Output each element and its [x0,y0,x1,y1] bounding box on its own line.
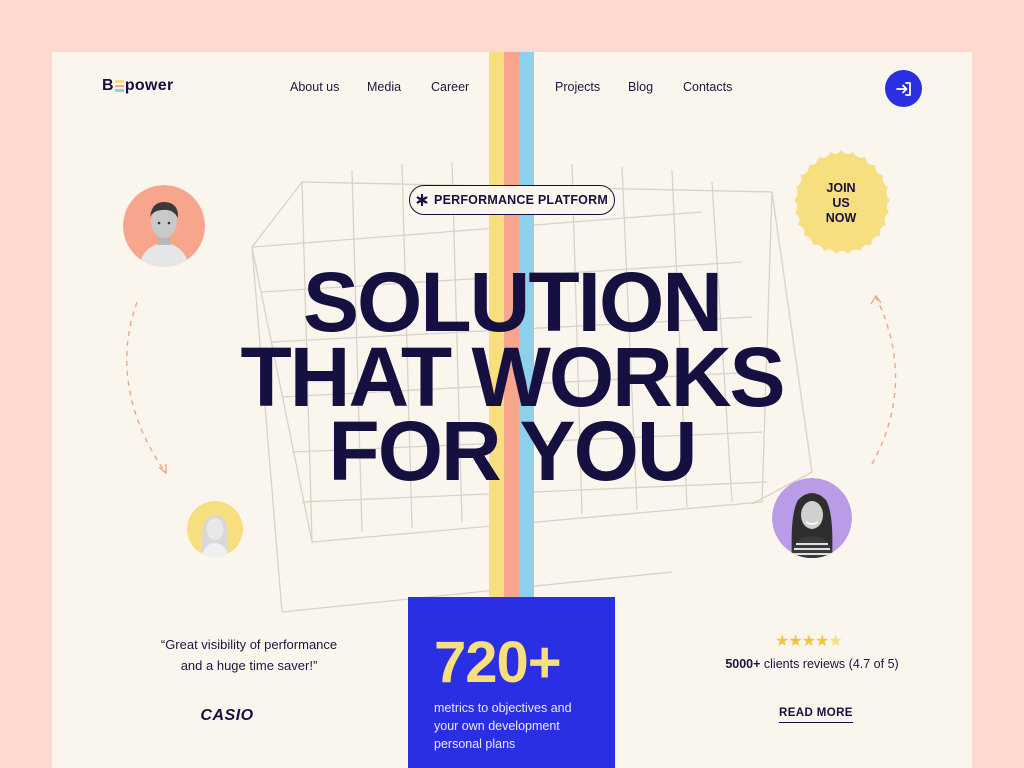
metric-description: metrics to objectives and your own devel… [434,701,572,751]
login-button[interactable] [885,70,922,107]
curved-arrow-left-icon [126,301,167,475]
asterisk-icon [416,194,428,206]
metric-value: 720+ [434,630,562,695]
testimonial-quote: “Great visibility of performance and a h… [114,634,384,676]
badge-label: PERFORMANCE PLATFORM [434,193,608,207]
performance-badge: PERFORMANCE PLATFORM [409,185,615,215]
reviews-count: 5000+ [725,657,761,671]
quote-line-2: and a huge time saver! [180,658,313,673]
read-more-link[interactable]: READ MORE [779,707,853,723]
nav-projects[interactable]: Projects [555,80,600,94]
close-quote: ” [312,658,318,673]
join-us-badge[interactable]: JOIN US NOW [780,147,902,269]
avatar-woman-blonde [187,501,243,557]
logo-prefix: B [102,77,114,94]
sign-in-icon [895,81,911,96]
join-line-1: JOIN [826,181,856,195]
reviews-summary: 5000+ clients reviews (4.7 of 5) [672,657,952,671]
logo-suffix: power [124,77,174,94]
nav-contacts[interactable]: Contacts [683,80,732,94]
join-line-2: US [832,196,850,210]
curved-arrow-right-icon [870,294,897,465]
logo-bars-icon [114,80,124,92]
metric-card: 720+ metrics to objectives and your own … [408,597,615,768]
nav-blog[interactable]: Blog [628,80,653,94]
quote-line-1: Great visibility of performance [165,637,338,652]
nav-media[interactable]: Media [367,80,401,94]
nav-about-us[interactable]: About us [290,80,339,94]
brand-logo[interactable]: B power [102,77,173,95]
nav-career[interactable]: Career [431,80,469,94]
headline-line-3: FOR YOU [328,404,697,498]
landing-page: B power About us Media Career Projects B… [52,52,972,768]
join-line-3: NOW [825,211,857,225]
avatar-woman-dark [772,478,852,558]
rating-stars: ★★★★★ [775,631,843,650]
reviews-text: clients reviews (4.7 of 5) [763,657,899,671]
avatar-man [123,185,205,267]
casio-logo: CASIO [200,707,254,724]
